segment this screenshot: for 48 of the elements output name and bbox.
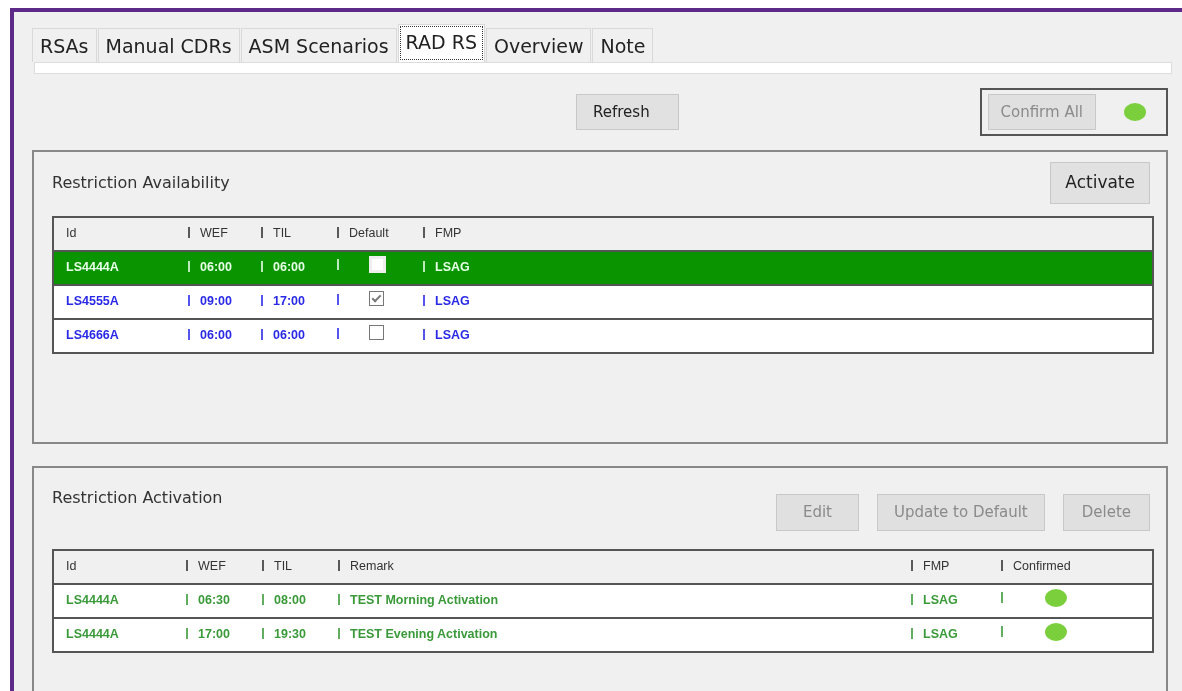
checkbox[interactable] <box>369 325 384 341</box>
table-cell: TEST Evening Activation <box>338 625 911 644</box>
column-header: FMP <box>911 557 1001 576</box>
column-header: Confirmed <box>1001 557 1152 576</box>
panel-title: Restriction Activation <box>52 487 223 509</box>
column-header: Id <box>65 558 78 576</box>
table-cell: 06:00 <box>261 258 337 277</box>
table-cell: 17:00 <box>261 292 337 311</box>
table-row[interactable]: LS4444A 06:00 06:00 LSAG <box>54 249 1152 284</box>
table-cell: 17:00 <box>186 625 262 644</box>
table-cell: 06:00 <box>188 326 261 345</box>
column-header: WEF <box>188 224 261 243</box>
checkbox[interactable] <box>369 291 384 307</box>
tab[interactable]: Manual CDRs <box>97 27 240 62</box>
table-cell: 09:00 <box>188 292 261 311</box>
tab[interactable]: ASM Scenarios <box>240 27 397 62</box>
table-cell: LSAG <box>911 625 1001 644</box>
column-header: TIL <box>261 224 337 243</box>
table-cell-text: LS4444A <box>65 592 120 610</box>
table-cell: 06:30 <box>186 591 262 610</box>
column-header: Remark <box>338 557 911 576</box>
tab[interactable]: RAD RS <box>397 23 485 62</box>
table-cell-text: LS4444A <box>65 259 120 277</box>
activate-button[interactable]: Activate <box>1050 162 1150 204</box>
column-header: Default <box>337 224 423 243</box>
table-cell: 06:00 <box>261 326 337 345</box>
tab[interactable]: RSAs <box>32 27 97 62</box>
table-cell: 08:00 <box>262 591 338 610</box>
tab[interactable]: Overview <box>486 27 592 62</box>
tab[interactable]: Note <box>592 27 654 62</box>
table-cell: 06:00 <box>188 258 261 277</box>
table-cell: TEST Morning Activation <box>338 591 911 610</box>
table-cell-text: LS4444A <box>65 626 120 644</box>
table-cell: LSAG <box>911 591 1001 610</box>
refresh-button[interactable]: Refresh <box>576 93 679 131</box>
table-cell-text: LS4555A <box>65 293 120 311</box>
table-cell: LSAG <box>423 258 1152 277</box>
table-row[interactable]: LS4666A 06:00 06:00 LSAG <box>54 317 1152 352</box>
table-cell: LSAG <box>423 292 1152 311</box>
column-header: TIL <box>262 557 338 576</box>
table-cell: 19:30 <box>262 625 338 644</box>
column-header: Id <box>65 225 78 243</box>
panel-title: Restriction Availability <box>52 171 230 194</box>
table-row[interactable]: LS4555A 09:00 17:00 LSAG <box>54 283 1152 318</box>
column-header: FMP <box>423 224 1152 243</box>
table-cell: LSAG <box>423 326 1152 345</box>
column-header: WEF <box>186 557 262 576</box>
table-cell-text: LS4666A <box>65 327 120 345</box>
